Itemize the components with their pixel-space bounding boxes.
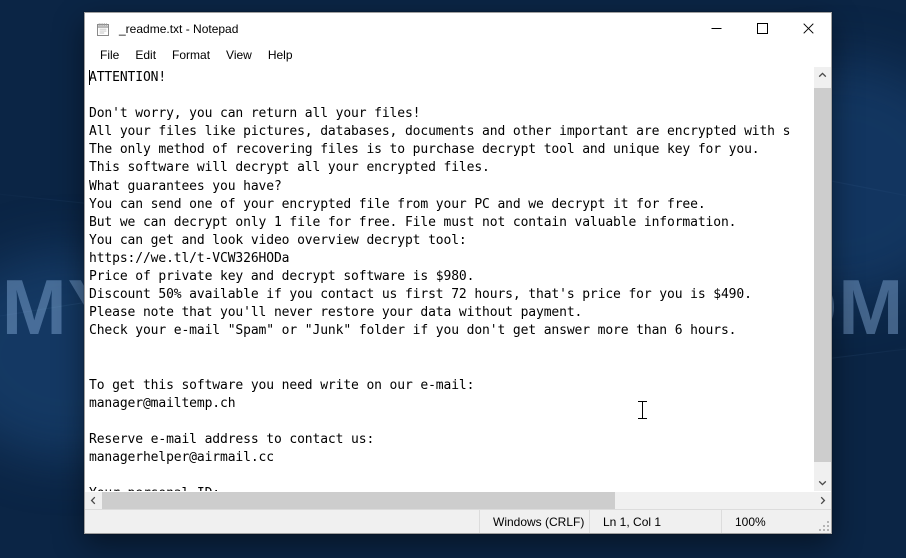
menu-item-file[interactable]: File [92,46,127,65]
scroll-left-arrow-icon[interactable] [85,492,102,509]
text-caret [89,70,90,85]
resize-grip-icon[interactable] [817,519,829,531]
close-button[interactable] [785,13,831,44]
status-bar: Windows (CRLF) Ln 1, Col 1 100% [85,509,831,533]
status-line-ending: Windows (CRLF) [479,510,589,533]
scroll-up-arrow-icon[interactable] [814,67,831,84]
title-bar[interactable]: _readme.txt - Notepad [85,13,831,44]
vertical-scroll-track[interactable] [814,84,831,474]
status-zoom-value: 100% [735,514,766,529]
menu-item-format[interactable]: Format [164,46,218,65]
notepad-window: _readme.txt - Notepad File Edit Format V… [84,12,832,534]
horizontal-scroll-track[interactable] [102,492,814,509]
vertical-scrollbar[interactable] [813,67,831,491]
menu-item-edit[interactable]: Edit [127,46,164,65]
text-editor[interactable]: ATTENTION! Don't worry, you can return a… [85,67,813,491]
horizontal-scrollbar[interactable] [85,491,831,509]
status-spacer [85,510,479,533]
notepad-icon [95,21,111,37]
menu-item-help[interactable]: Help [260,46,301,65]
maximize-button[interactable] [739,13,785,44]
horizontal-scroll-thumb[interactable] [102,492,615,509]
window-controls [693,13,831,44]
menu-bar: File Edit Format View Help [85,44,831,66]
editor-region: ATTENTION! Don't worry, you can return a… [85,66,831,491]
scroll-down-arrow-icon[interactable] [814,474,831,491]
scroll-right-arrow-icon[interactable] [814,492,831,509]
status-cursor-position: Ln 1, Col 1 [589,510,721,533]
minimize-button[interactable] [693,13,739,44]
document-text: ATTENTION! Don't worry, you can return a… [89,70,791,491]
status-zoom-level: 100% [721,510,831,533]
vertical-scroll-thumb[interactable] [814,88,831,462]
menu-item-view[interactable]: View [218,46,260,65]
window-title: _readme.txt - Notepad [119,21,239,36]
